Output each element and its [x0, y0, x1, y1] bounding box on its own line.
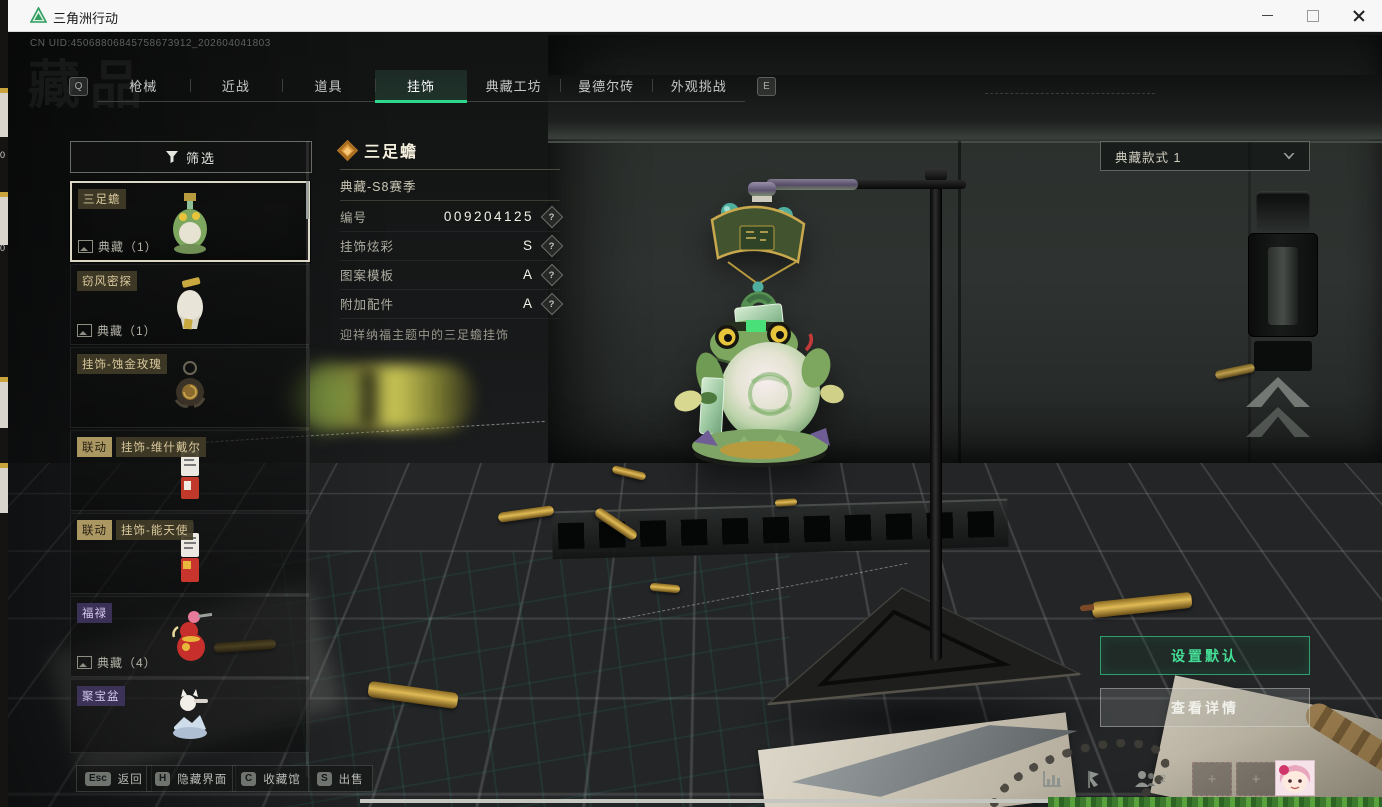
close-icon — [1353, 10, 1365, 22]
report-button[interactable] — [1080, 767, 1108, 791]
tab-prev-key-badge[interactable]: Q — [69, 77, 88, 96]
list-item-wind-spy[interactable]: 窃风密探 典藏（1） — [70, 264, 310, 345]
collection-count: 典藏（1） — [77, 322, 157, 339]
maximize-button[interactable] — [1290, 0, 1336, 31]
collab-badge: 联动 — [77, 437, 112, 457]
minimize-icon — [1261, 15, 1273, 16]
pattern-grade: A — [522, 267, 534, 282]
scrollbar-thumb[interactable] — [306, 181, 309, 219]
tab-collection-workshop[interactable]: 典藏工坊 — [467, 70, 560, 101]
details-header: 三足蟾 — [336, 137, 560, 170]
tab-next-key-badge[interactable]: E — [757, 77, 776, 96]
item-name-badge: 窃风密探 — [77, 271, 137, 291]
help-icon[interactable]: ? — [540, 292, 564, 315]
detail-row-serial: 编号 009204125 ? — [340, 202, 564, 232]
tab-mandel-brick[interactable]: 曼德尔砖 — [559, 70, 653, 101]
charm-title: 三足蟾 — [364, 144, 419, 161]
friends-count: 2 — [1159, 773, 1167, 785]
window-titlebar: 三角洲行动 — [0, 0, 1382, 32]
item-name-badge: 福禄 — [77, 603, 112, 623]
list-item-fulu[interactable]: 福禄 典藏（4） — [70, 596, 310, 677]
s-key-badge: S — [317, 771, 332, 786]
plus-icon: + — [1251, 770, 1261, 788]
window-title: 三角洲行动 — [53, 11, 119, 26]
h-key-badge: H — [155, 771, 171, 786]
image-icon — [77, 656, 92, 669]
list-item-jubaopen[interactable]: 聚宝盆 — [70, 679, 310, 753]
tab-guns[interactable]: 枪械 — [97, 70, 190, 101]
detail-row-pattern: 图案模板 A ? — [340, 260, 564, 290]
list-item-nengtianshi[interactable]: 联动 挂饰-能天使 — [70, 513, 310, 594]
player-avatar[interactable] — [1275, 760, 1315, 796]
help-icon[interactable]: ? — [540, 263, 564, 286]
esc-key-badge: Esc — [85, 771, 111, 786]
detail-row-attachment: 附加配件 A ? — [340, 289, 564, 319]
image-icon — [77, 324, 92, 337]
stats-button[interactable] — [1038, 767, 1066, 791]
minimize-button[interactable] — [1244, 0, 1290, 31]
tab-charms[interactable]: 挂饰 — [374, 70, 468, 103]
background-strip — [360, 799, 1052, 803]
friends-button[interactable]: 2 — [1128, 767, 1172, 791]
item-name-badge: 挂饰-蚀金玫瑰 — [77, 354, 167, 374]
serial-number: 009204125 — [443, 209, 534, 224]
filter-icon — [165, 151, 178, 163]
detail-row-finish: 挂饰炫彩 S ? — [340, 231, 564, 261]
rarity-gem-icon — [336, 139, 359, 161]
image-icon — [78, 240, 93, 253]
set-default-button[interactable]: 设置默认 — [1100, 636, 1310, 675]
hotkey-collection-hall[interactable]: C 收藏馆 — [232, 765, 310, 792]
category-tabs: 枪械 近战 道具 挂饰 典藏工坊 曼德尔砖 外观挑战 — [97, 70, 745, 103]
help-icon[interactable]: ? — [540, 205, 564, 228]
close-button[interactable] — [1336, 0, 1382, 31]
help-icon[interactable]: ? — [540, 234, 564, 257]
app-logo-icon — [30, 7, 47, 23]
list-item-vishdel[interactable]: 联动 挂饰-维什戴尔 — [70, 430, 310, 511]
game-window: CN UID:45068806845758673912_202604041803… — [0, 0, 1382, 807]
collab-badge: 联动 — [77, 520, 112, 540]
c-key-badge: C — [241, 771, 257, 786]
tab-melee[interactable]: 近战 — [189, 70, 283, 101]
tab-appearance-challenge[interactable]: 外观挑战 — [652, 70, 745, 101]
charm-description: 迎祥纳福主题中的三足蟾挂饰 — [340, 328, 510, 342]
season-label: 典藏-S8赛季 — [340, 176, 560, 201]
item-name-badge: 聚宝盆 — [77, 686, 125, 706]
people-icon — [1134, 771, 1155, 787]
maximize-icon — [1307, 9, 1319, 22]
finish-grade: S — [522, 238, 534, 253]
plus-icon: + — [1207, 770, 1217, 788]
flag-icon — [1088, 771, 1099, 788]
collection-count: 典藏（1） — [78, 238, 158, 255]
hotkey-hide-ui[interactable]: H 隐藏界面 — [146, 765, 237, 792]
list-scrollbar[interactable] — [306, 141, 309, 777]
collection-count: 典藏（4） — [77, 654, 157, 671]
empty-slot-button[interactable]: + — [1236, 762, 1276, 796]
empty-slot-button[interactable]: + — [1192, 762, 1232, 796]
filter-button[interactable]: 筛选 — [70, 141, 312, 173]
hotkey-back[interactable]: Esc 返回 — [76, 765, 152, 792]
background-grass-strip — [1048, 797, 1382, 807]
background-window-edge: 0 0 — [0, 0, 8, 807]
item-name-badge: 挂饰-维什戴尔 — [116, 437, 206, 457]
tab-items[interactable]: 道具 — [282, 70, 375, 101]
item-name-badge: 三足蟾 — [78, 189, 126, 209]
hotkey-sell[interactable]: S 出售 — [308, 765, 373, 792]
list-item-three-legged-toad[interactable]: 三足蟾 典藏（1） — [70, 181, 310, 262]
view-details-button[interactable]: 查看详情 — [1100, 688, 1310, 727]
chevron-down-icon — [1283, 152, 1295, 160]
list-item-etched-gold-rose[interactable]: 挂饰-蚀金玫瑰 — [70, 347, 310, 428]
style-dropdown[interactable]: 典藏款式 1 — [1100, 141, 1310, 171]
attachment-grade: A — [522, 296, 534, 311]
bar-chart-icon — [1043, 771, 1061, 787]
avatar-image — [1276, 761, 1314, 795]
item-name-badge: 挂饰-能天使 — [116, 520, 194, 540]
